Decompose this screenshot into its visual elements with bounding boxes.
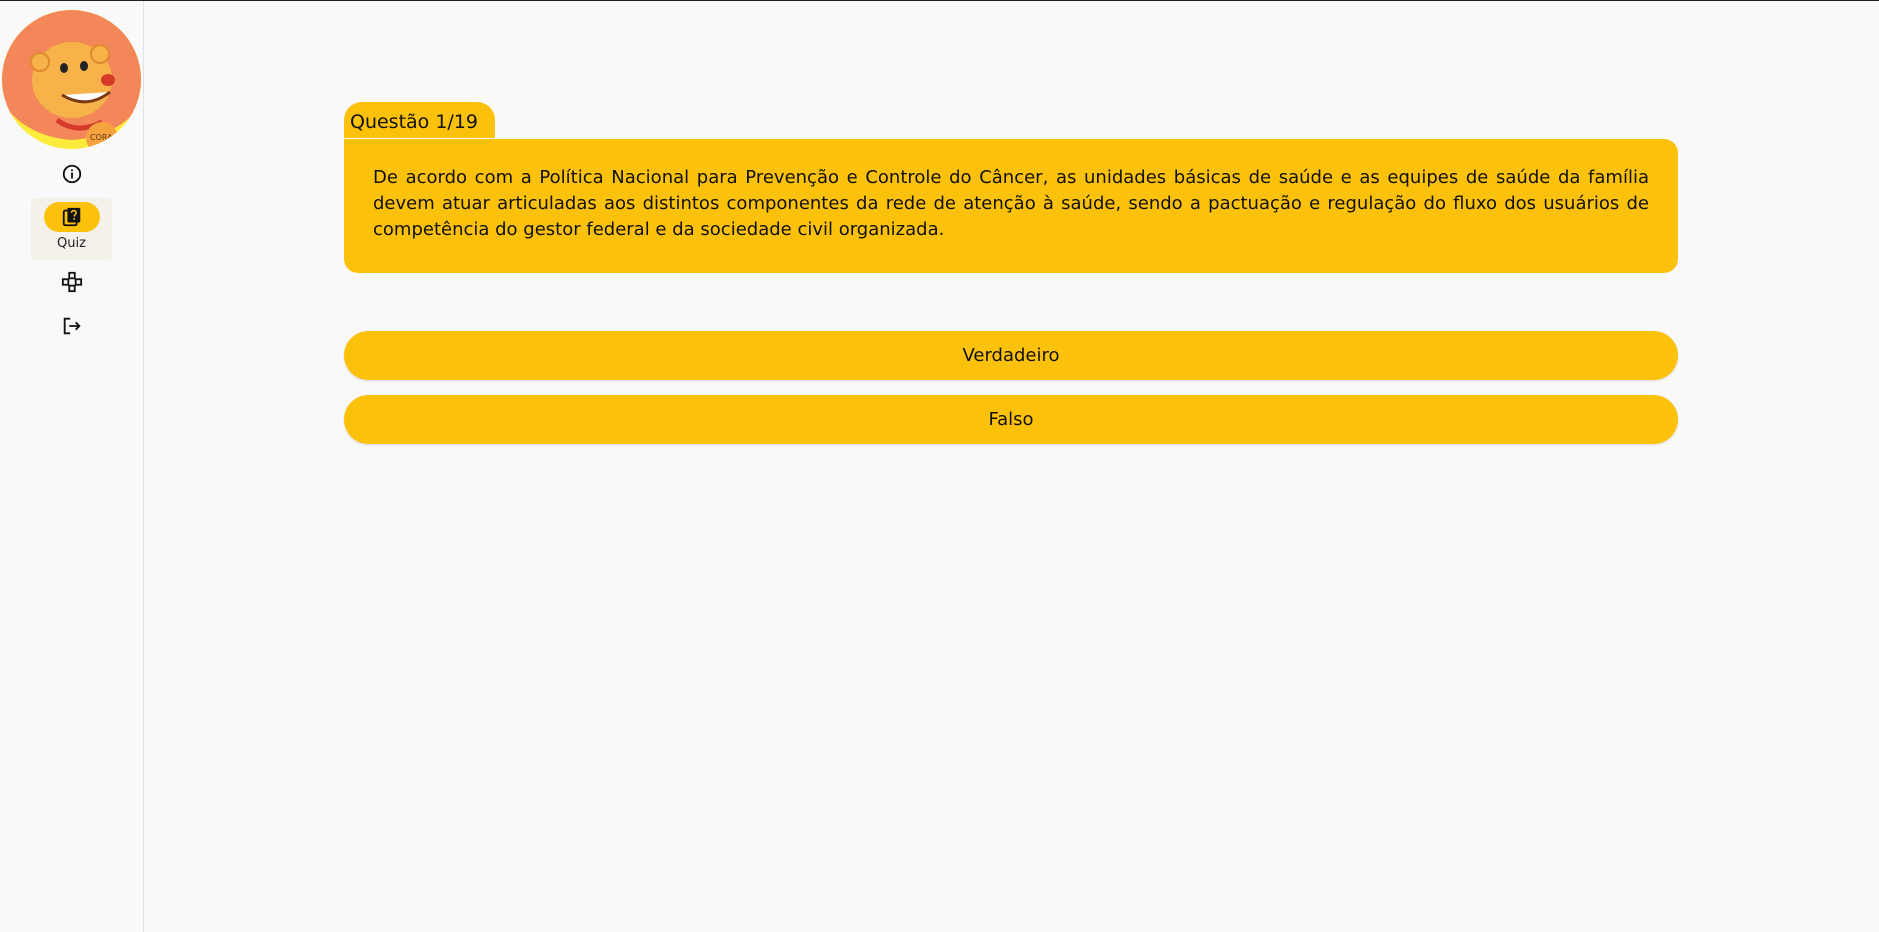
gamepad-icon: [61, 271, 82, 293]
svg-text:CORAGEM: CORAGEM: [90, 133, 131, 142]
active-indicator: [43, 202, 100, 232]
answer-false-button[interactable]: Falso: [344, 395, 1678, 444]
answer-true-button[interactable]: Verdadeiro: [344, 331, 1678, 380]
logout-icon: [63, 317, 81, 335]
rail-item-quiz-label: Quiz: [57, 236, 86, 251]
question-text: De acordo com a Política Nacional para P…: [344, 139, 1678, 273]
info-icon: [62, 164, 81, 184]
navigation-rail: CORAGEM Quiz: [0, 1, 144, 932]
rail-item-games[interactable]: [0, 271, 143, 293]
app-logo-avatar: CORAGEM: [2, 10, 141, 149]
quiz-icon: [62, 207, 80, 227]
rail-item-quiz[interactable]: Quiz: [31, 198, 112, 260]
lion-mascot-icon: CORAGEM: [2, 10, 141, 149]
rail-item-info[interactable]: [0, 163, 143, 185]
question-counter: Questão 1/19: [344, 102, 495, 138]
rail-item-logout[interactable]: [0, 315, 143, 337]
window-top-border: [0, 0, 1879, 1]
